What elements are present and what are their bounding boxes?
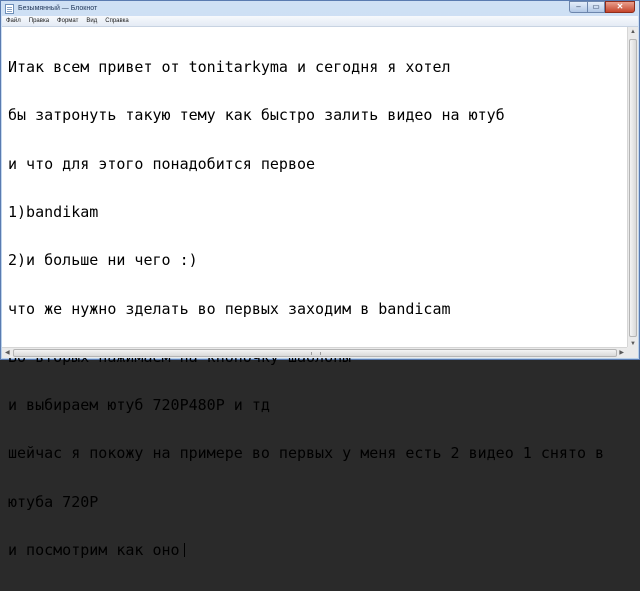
text-line: бы затронуть такую тему как быстро залит… xyxy=(8,106,505,125)
size-grip[interactable] xyxy=(627,347,638,358)
scroll-up-icon[interactable]: ▲ xyxy=(630,29,636,35)
text-line: 2)и больше ни чего :) xyxy=(8,251,198,270)
text-line: 1)bandikam xyxy=(8,203,99,222)
notepad-window: Безымянный — Блокнот ‒ ▭ ✕ Файл Правка Ф… xyxy=(0,0,640,558)
minimize-icon: ‒ xyxy=(576,2,581,11)
text-caret xyxy=(183,543,185,557)
menu-view[interactable]: Вид xyxy=(82,18,101,24)
close-button[interactable]: ✕ xyxy=(605,1,635,13)
close-icon: ✕ xyxy=(616,2,624,11)
maximize-icon: ▭ xyxy=(592,2,600,11)
minimize-button[interactable]: ‒ xyxy=(569,1,587,13)
text-line: Итак всем привет от tonitarkyma и сегодн… xyxy=(8,58,451,77)
text-line: и что для этого понадобится первое xyxy=(8,154,316,173)
menu-file[interactable]: Файл xyxy=(2,18,25,24)
document-text[interactable]: Итак всем привет от tonitarkyma и сегодн… xyxy=(8,27,604,590)
text-line-last: и посмотрим как оно xyxy=(8,542,604,558)
scroll-grip-icon xyxy=(311,352,321,355)
menu-format[interactable]: Формат xyxy=(53,18,82,24)
text-line: и выбираем ютуб 720P480P и тд xyxy=(8,396,270,415)
title-bar[interactable]: Безымянный — Блокнот ‒ ▭ ✕ xyxy=(1,1,639,16)
text-editor[interactable]: Итак всем привет от tonitarkyma и сегодн… xyxy=(2,27,627,558)
menu-help[interactable]: Справка xyxy=(101,18,133,24)
menu-edit[interactable]: Правка xyxy=(25,18,53,24)
scroll-right-icon[interactable]: ▶ xyxy=(619,350,624,356)
text-line: что же нужно зделать во первых заходим в… xyxy=(8,299,451,318)
menu-bar: Файл Правка Формат Вид Справка xyxy=(2,16,638,27)
text-line: шейчас я покожу на примере во первых у м… xyxy=(8,444,605,463)
window-controls: ‒ ▭ ✕ xyxy=(569,1,635,14)
horizontal-scroll-thumb[interactable] xyxy=(13,349,617,357)
vertical-scroll-thumb[interactable] xyxy=(629,39,637,337)
scroll-left-icon[interactable]: ◀ xyxy=(5,350,10,356)
text-line: ютуба 720P xyxy=(8,492,99,511)
maximize-button[interactable]: ▭ xyxy=(587,1,605,13)
notepad-icon xyxy=(5,3,14,14)
vertical-scrollbar[interactable]: ▲ ▼ xyxy=(627,27,638,349)
horizontal-scrollbar[interactable]: ◀ ▶ xyxy=(2,347,627,358)
text-line: и посмотрим как оно xyxy=(8,541,180,559)
window-title: Безымянный — Блокнот xyxy=(18,5,98,12)
